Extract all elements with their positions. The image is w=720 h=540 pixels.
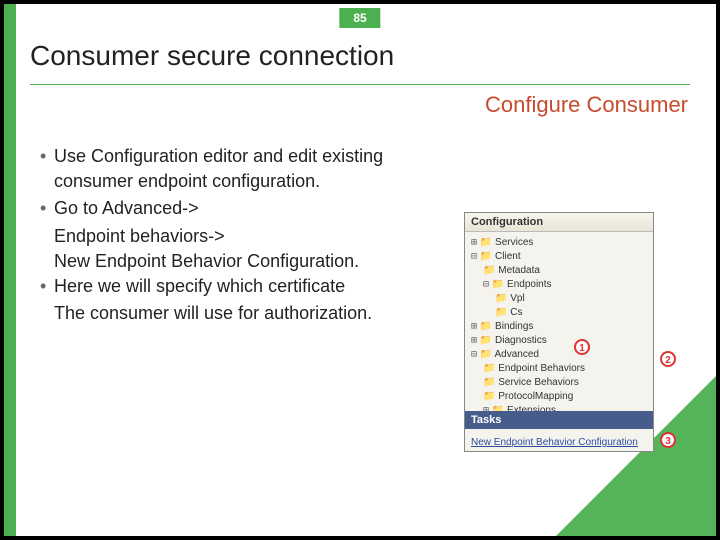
slide: 85 Consumer secure connection Configure …	[4, 4, 716, 536]
slide-subtitle: Configure Consumer	[485, 92, 688, 118]
accent-left-bar	[4, 4, 16, 536]
tree-node-services[interactable]: ⊞ 📁 Services	[471, 236, 651, 250]
folder-icon: 📁	[480, 349, 492, 360]
tree-node-metadata[interactable]: 📁 Metadata	[471, 264, 651, 278]
tree-node-vpl[interactable]: 📁 Vpl	[471, 292, 651, 306]
folder-icon: 📁	[480, 251, 492, 262]
folder-icon: 📁	[483, 265, 495, 276]
tree-node-bindings[interactable]: ⊞ 📁 Bindings	[471, 320, 651, 334]
bullet-continuation: New Endpoint Behavior Configuration.	[40, 249, 470, 274]
folder-icon: 📁	[480, 237, 492, 248]
bullet-dot-icon: •	[40, 274, 54, 299]
page-number-badge: 85	[339, 8, 380, 28]
folder-icon: 📁	[480, 321, 492, 332]
bullet-continuation: Endpoint behaviors->	[40, 224, 470, 249]
bullet-item: •Use Configuration editor and edit exist…	[40, 144, 470, 194]
tree-node-protocolmapping[interactable]: 📁 ProtocolMapping	[471, 390, 651, 404]
folder-icon: 📁	[483, 377, 495, 388]
callout-badge-2: 2	[660, 351, 676, 367]
bullet-dot-icon: •	[40, 196, 54, 221]
tree-node-endpoint-behaviors[interactable]: 📁 Endpoint Behaviors	[471, 362, 651, 376]
folder-icon: 📁	[483, 363, 495, 374]
callout-badge-1: 1	[574, 339, 590, 355]
bullet-item: •Here we will specify which certificate	[40, 274, 470, 299]
folder-icon: 📁	[492, 279, 504, 290]
content-block: •Use Configuration editor and edit exist…	[40, 144, 470, 326]
bullet-item: •Go to Advanced->	[40, 196, 470, 221]
config-tree: ⊞ 📁 Services ⊟ 📁 Client 📁 Metadata ⊟ 📁 E…	[465, 232, 653, 436]
callout-badge-3: 3	[660, 432, 676, 448]
folder-icon: 📁	[483, 391, 495, 402]
tree-node-diagnostics[interactable]: ⊞ 📁 Diagnostics	[471, 334, 651, 348]
slide-title: Consumer secure connection	[30, 40, 394, 72]
folder-icon: 📁	[495, 293, 507, 304]
tasks-link-new-endpoint-behavior[interactable]: New Endpoint Behavior Configuration	[471, 437, 638, 448]
tree-node-advanced[interactable]: ⊟ 📁 Advanced	[471, 348, 651, 362]
folder-icon: 📁	[495, 307, 507, 318]
bullet-continuation: The consumer will use for authorization.	[40, 301, 470, 326]
tree-node-endpoints[interactable]: ⊟ 📁 Endpoints	[471, 278, 651, 292]
tree-node-cs[interactable]: 📁 Cs	[471, 306, 651, 320]
config-editor-screenshot: Configuration ⊞ 📁 Services ⊟ 📁 Client 📁 …	[464, 212, 654, 452]
bullet-dot-icon: •	[40, 144, 54, 169]
tasks-header: Tasks	[465, 411, 653, 429]
panel-header: Configuration	[465, 213, 653, 232]
tree-node-service-behaviors[interactable]: 📁 Service Behaviors	[471, 376, 651, 390]
folder-icon: 📁	[480, 335, 492, 346]
title-underline	[30, 84, 690, 85]
bullet-text: Here we will specify which certificate	[54, 274, 464, 299]
tree-node-client[interactable]: ⊟ 📁 Client	[471, 250, 651, 264]
bullet-text: Go to Advanced->	[54, 196, 464, 221]
bullet-text: Use Configuration editor and edit existi…	[54, 144, 464, 194]
